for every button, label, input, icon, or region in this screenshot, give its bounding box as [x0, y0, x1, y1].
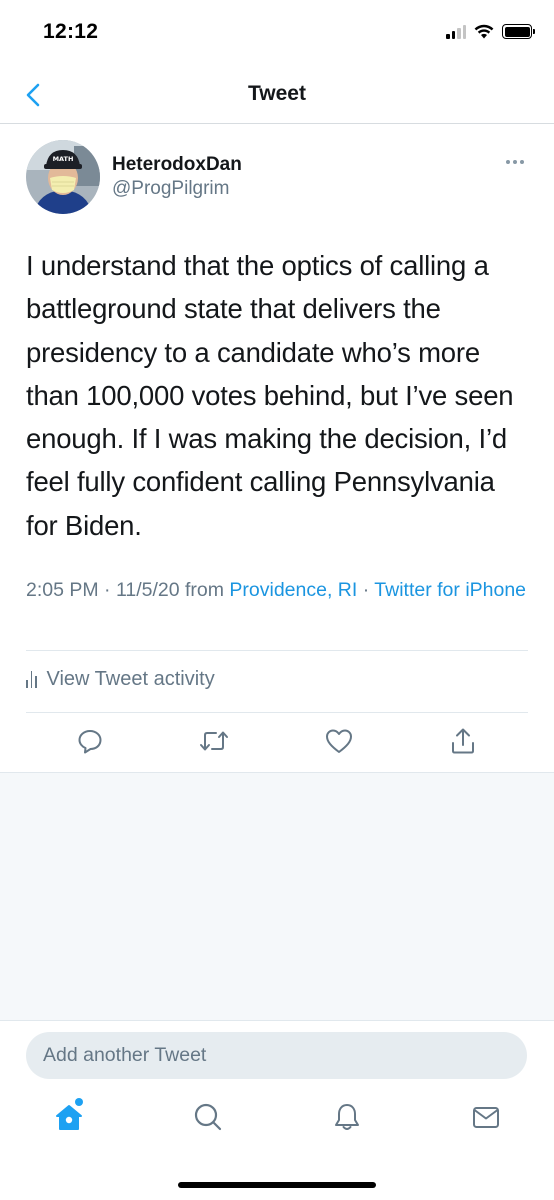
view-tweet-activity-button[interactable]: View Tweet activity: [26, 651, 215, 707]
page-title: Tweet: [248, 82, 306, 105]
author-display-name[interactable]: HeterodoxDan: [112, 154, 242, 176]
add-tweet-input[interactable]: Add another Tweet: [26, 1032, 527, 1079]
more-icon-dot: [513, 160, 517, 164]
reply-icon: [78, 730, 102, 754]
share-button[interactable]: [448, 726, 478, 756]
tweet-detail: MATH HeterodoxDan @ProgPilgrim I underst…: [0, 124, 554, 772]
tweet-location-link[interactable]: Providence, RI: [229, 579, 357, 601]
retweet-button[interactable]: [199, 726, 229, 756]
meta-separator: ·: [357, 579, 375, 601]
bell-icon: [335, 1104, 359, 1130]
home-indicator: [178, 1182, 376, 1188]
tweet-source-link[interactable]: Twitter for iPhone: [374, 579, 526, 601]
cellular-signal-icon: [446, 24, 466, 39]
retweet-icon: [200, 731, 228, 751]
home-icon: [56, 1105, 82, 1130]
reply-composer: Add another Tweet: [0, 1020, 554, 1088]
heart-icon: [326, 729, 352, 753]
share-icon: [452, 728, 474, 754]
search-icon: [194, 1103, 222, 1131]
tweet-text: I understand that the optics of calling …: [26, 250, 514, 541]
status-time: 12:12: [43, 20, 99, 43]
new-content-dot: [75, 1098, 83, 1106]
tab-messages[interactable]: [469, 1100, 503, 1134]
reply-button[interactable]: [75, 726, 105, 756]
more-icon-dot: [520, 160, 524, 164]
empty-replies-area: [0, 772, 554, 1020]
tab-notifications[interactable]: [330, 1100, 364, 1134]
wifi-icon: [474, 24, 494, 39]
avatar[interactable]: MATH: [26, 140, 100, 214]
meta-from-label: from: [179, 579, 230, 601]
tweet-meta: 2:05 PM · 11/5/20 from Providence, RI · …: [26, 576, 531, 604]
avatar-cap-text: MATH: [53, 155, 74, 163]
avatar-image: MATH: [26, 140, 100, 214]
tweet-actions: [0, 712, 554, 772]
activity-label: View Tweet activity: [46, 667, 215, 690]
tab-home[interactable]: [52, 1098, 86, 1134]
nav-header: Tweet: [0, 66, 554, 124]
more-options-button[interactable]: [506, 160, 524, 164]
author-block[interactable]: HeterodoxDan @ProgPilgrim: [112, 154, 242, 202]
status-bar: 12:12: [0, 0, 554, 66]
like-button[interactable]: [324, 726, 354, 756]
analytics-bars-icon: [26, 670, 37, 688]
status-icons: [446, 24, 535, 39]
mail-icon: [473, 1107, 499, 1128]
author-handle[interactable]: @ProgPilgrim: [112, 176, 242, 202]
more-icon-dot: [506, 160, 510, 164]
tab-search[interactable]: [191, 1100, 225, 1134]
tab-bar: [0, 1088, 554, 1200]
battery-icon: [502, 24, 535, 39]
tweet-timestamp: 2:05 PM · 11/5/20: [26, 579, 180, 601]
add-tweet-placeholder: Add another Tweet: [43, 1044, 207, 1066]
